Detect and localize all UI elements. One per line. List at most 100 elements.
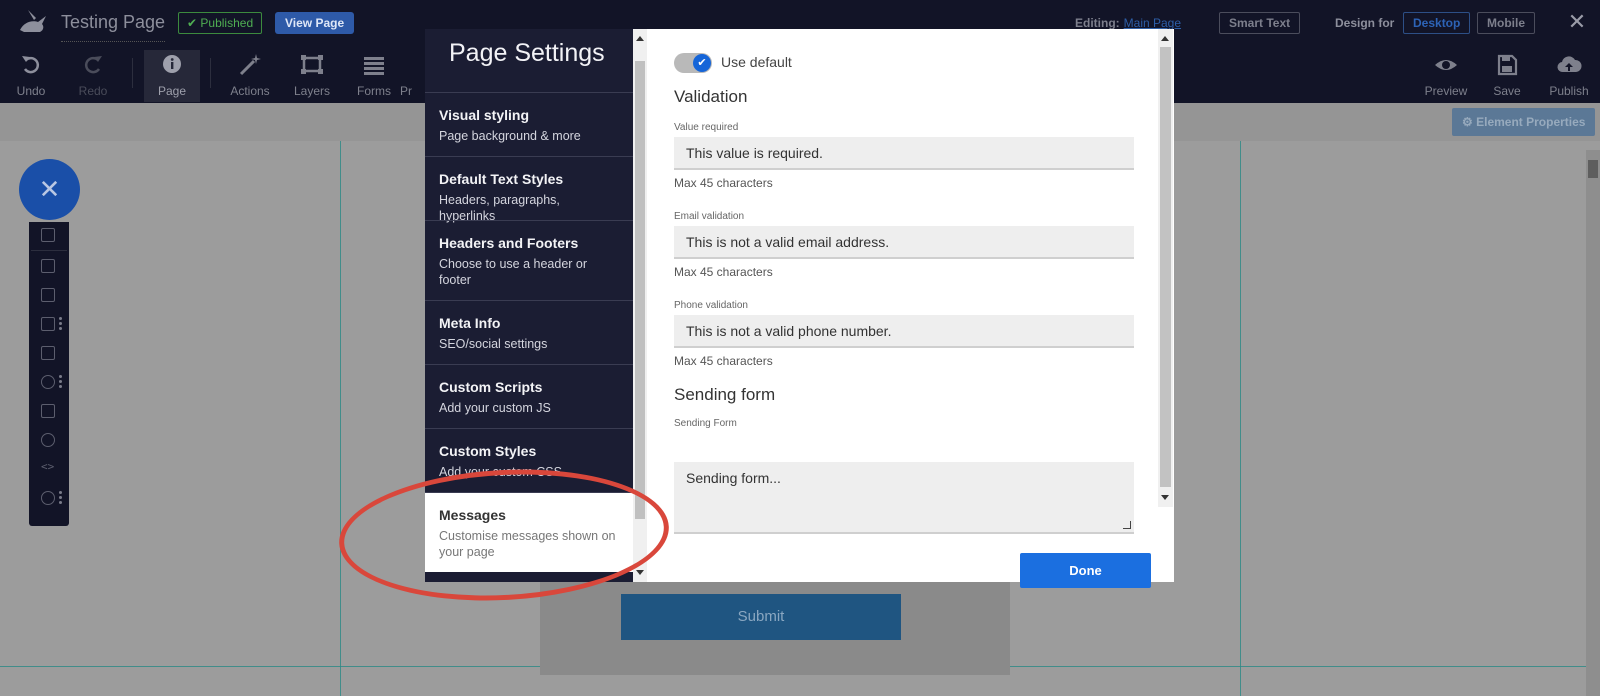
save-button[interactable]: Save bbox=[1476, 50, 1538, 102]
list-icon bbox=[364, 57, 384, 75]
layers-tool-label: Layers bbox=[293, 84, 331, 98]
view-page-button[interactable]: View Page bbox=[275, 12, 355, 34]
more-options-icon[interactable] bbox=[59, 375, 62, 388]
nav-item-title: Meta Info bbox=[439, 315, 501, 331]
save-label: Save bbox=[1493, 84, 1521, 98]
toolbar-divider bbox=[132, 58, 133, 88]
nav-item-headers-footers[interactable]: Headers and Footers Choose to use a head… bbox=[425, 220, 633, 300]
scrollbar-thumb[interactable] bbox=[1160, 47, 1171, 487]
page-title[interactable]: Testing Page bbox=[61, 12, 166, 42]
redo-icon bbox=[84, 56, 102, 74]
preview-button[interactable]: Preview bbox=[1415, 50, 1477, 102]
publish-label: Publish bbox=[1549, 84, 1589, 98]
undo-button[interactable]: Undo bbox=[0, 50, 62, 102]
more-options-icon[interactable] bbox=[59, 317, 62, 330]
redo-button[interactable]: Redo bbox=[62, 50, 124, 102]
nav-item-title: Visual styling bbox=[439, 107, 529, 123]
element-properties-label: Element Properties bbox=[1476, 115, 1586, 129]
nav-item-meta-info[interactable]: Meta Info SEO/social settings bbox=[425, 300, 633, 364]
editing-label: Editing: bbox=[1075, 16, 1120, 30]
nav-item-subtitle: Add your custom JS bbox=[439, 401, 551, 415]
text-element-icon[interactable] bbox=[41, 259, 55, 273]
validation-heading: Validation bbox=[674, 87, 748, 106]
actions-tool-label: Actions bbox=[230, 84, 270, 98]
cloud-upload-icon bbox=[1557, 56, 1582, 73]
page-tool-button[interactable]: Page bbox=[144, 50, 200, 102]
nav-item-subtitle: SEO/social settings bbox=[439, 337, 548, 351]
close-add-panel-icon[interactable]: ✕ bbox=[19, 159, 80, 220]
scroll-down-icon[interactable] bbox=[636, 570, 644, 575]
social-element-icon[interactable] bbox=[41, 491, 55, 505]
timer-element-icon[interactable] bbox=[41, 433, 55, 447]
email-validation-input[interactable]: This is not a valid email address. bbox=[674, 226, 1134, 259]
content-scrollbar[interactable] bbox=[1158, 29, 1173, 507]
smart-text-button[interactable]: Smart Text bbox=[1219, 12, 1301, 34]
sending-form-value: Sending form... bbox=[686, 470, 781, 486]
forms-tool-label: Forms bbox=[357, 84, 391, 98]
sending-form-label: Sending Form bbox=[674, 418, 737, 429]
eye-icon bbox=[1435, 60, 1457, 70]
more-options-icon[interactable] bbox=[59, 491, 62, 504]
nav-item-title: Custom Scripts bbox=[439, 379, 543, 395]
scrollbar-thumb[interactable] bbox=[635, 61, 645, 519]
section-element-icon[interactable] bbox=[41, 346, 55, 360]
more-tool-button[interactable]: Pr bbox=[400, 50, 425, 102]
box-element-icon[interactable] bbox=[41, 228, 55, 242]
actions-tool-button[interactable]: Actions bbox=[219, 50, 281, 102]
sending-form-heading: Sending form bbox=[674, 385, 776, 404]
scrollbar-thumb[interactable] bbox=[1588, 160, 1598, 178]
guide-line bbox=[340, 141, 341, 696]
scroll-up-icon[interactable] bbox=[636, 36, 644, 41]
email-validation-hint: Max 45 characters bbox=[674, 265, 773, 279]
video-element-icon[interactable] bbox=[41, 375, 55, 389]
forms-tool-button[interactable]: Forms bbox=[343, 50, 405, 102]
published-badge: ✔ Published bbox=[178, 12, 263, 34]
nav-item-default-text-styles[interactable]: Default Text Styles Headers, paragraphs,… bbox=[425, 156, 633, 223]
publish-button[interactable]: Publish bbox=[1538, 50, 1600, 102]
mobile-button[interactable]: Mobile bbox=[1477, 12, 1535, 34]
close-editor-icon[interactable]: ✕ bbox=[1565, 10, 1589, 34]
design-for-label: Design for bbox=[1335, 16, 1395, 30]
done-button[interactable]: Done bbox=[1020, 553, 1151, 588]
phone-validation-input[interactable]: This is not a valid phone number. bbox=[674, 315, 1134, 348]
save-icon bbox=[1497, 54, 1518, 76]
button-element-icon[interactable] bbox=[41, 404, 55, 418]
email-validation-label: Email validation bbox=[674, 211, 745, 222]
resize-handle-icon[interactable] bbox=[1123, 521, 1131, 529]
scroll-up-icon[interactable] bbox=[1161, 36, 1169, 41]
value-required-hint: Max 45 characters bbox=[674, 176, 773, 190]
form-element-icon[interactable] bbox=[41, 317, 55, 331]
toolbar-divider bbox=[31, 250, 67, 251]
page-settings-content: ✔ Use default Validation Value required … bbox=[647, 29, 1174, 588]
use-default-label: Use default bbox=[721, 54, 792, 70]
editing-target-link[interactable]: Main Page bbox=[1124, 16, 1181, 30]
nav-item-title: Default Text Styles bbox=[439, 171, 564, 187]
nav-item-title: Headers and Footers bbox=[439, 235, 579, 251]
toolbar-divider bbox=[210, 58, 211, 88]
code-element-icon[interactable]: <> bbox=[41, 460, 54, 473]
element-properties-button[interactable]: ⚙ Element Properties bbox=[1452, 108, 1596, 136]
nav-item-subtitle: Choose to use a header or footer bbox=[439, 257, 588, 287]
image-element-icon[interactable] bbox=[41, 288, 55, 302]
sending-form-textarea[interactable]: Sending form... bbox=[674, 462, 1134, 534]
canvas-scrollbar[interactable] bbox=[1586, 150, 1600, 696]
rabbit-logo-icon[interactable] bbox=[16, 8, 50, 38]
nav-item-visual-styling[interactable]: Visual styling Page background & more bbox=[425, 92, 633, 156]
use-default-toggle[interactable]: ✔ bbox=[674, 53, 712, 73]
more-tool-label: Pr bbox=[400, 84, 412, 98]
value-required-input[interactable]: This value is required. bbox=[674, 137, 1134, 170]
scroll-down-icon[interactable] bbox=[1161, 495, 1169, 500]
nav-item-custom-scripts[interactable]: Custom Scripts Add your custom JS bbox=[425, 364, 633, 428]
nav-item-title: Custom Styles bbox=[439, 443, 537, 459]
nav-item-subtitle: Page background & more bbox=[439, 129, 581, 143]
redo-label: Redo bbox=[78, 84, 108, 98]
info-icon bbox=[163, 55, 181, 73]
published-label: Published bbox=[200, 16, 254, 30]
desktop-button[interactable]: Desktop bbox=[1403, 12, 1471, 34]
phone-validation-label: Phone validation bbox=[674, 300, 748, 311]
layers-tool-button[interactable]: Layers bbox=[281, 50, 343, 102]
undo-label: Undo bbox=[16, 84, 46, 98]
submit-button[interactable]: Submit bbox=[621, 594, 901, 640]
guide-line bbox=[1240, 141, 1241, 696]
value-required-label: Value required bbox=[674, 122, 739, 133]
